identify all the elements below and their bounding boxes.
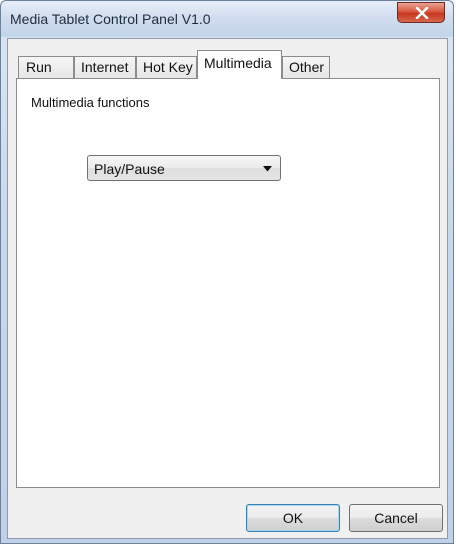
window-title: Media Tablet Control Panel V1.0: [10, 11, 211, 27]
cancel-button[interactable]: Cancel: [349, 504, 443, 532]
dialog-client-area: Run Internet Hot Key Multimedia Other Mu…: [7, 38, 448, 539]
tab-label: Run: [26, 59, 52, 75]
tab-run[interactable]: Run: [18, 56, 74, 78]
control-panel-window: Media Tablet Control Panel V1.0 Run Inte…: [0, 0, 454, 544]
tab-label: Internet: [81, 59, 129, 75]
selected-value: Play/Pause: [94, 161, 165, 177]
title-bar[interactable]: Media Tablet Control Panel V1.0: [1, 1, 453, 37]
tab-other[interactable]: Other: [282, 56, 330, 78]
close-button[interactable]: [397, 2, 445, 23]
tab-label: Hot Key: [143, 59, 193, 75]
section-label: Multimedia functions: [31, 95, 150, 110]
tab-multimedia[interactable]: Multimedia: [197, 50, 282, 79]
close-icon: [415, 7, 429, 19]
multimedia-function-select[interactable]: Play/Pause: [87, 155, 281, 181]
tab-hot-key[interactable]: Hot Key: [136, 56, 197, 78]
tab-label: Multimedia: [204, 55, 272, 71]
tab-internet[interactable]: Internet: [74, 56, 136, 78]
ok-button[interactable]: OK: [246, 504, 340, 532]
multimedia-tab-panel: Multimedia functions Play/Pause: [16, 78, 440, 488]
tab-label: Other: [289, 59, 325, 75]
chevron-down-icon: [263, 166, 272, 172]
tab-strip: Run Internet Hot Key Multimedia Other: [16, 50, 436, 79]
